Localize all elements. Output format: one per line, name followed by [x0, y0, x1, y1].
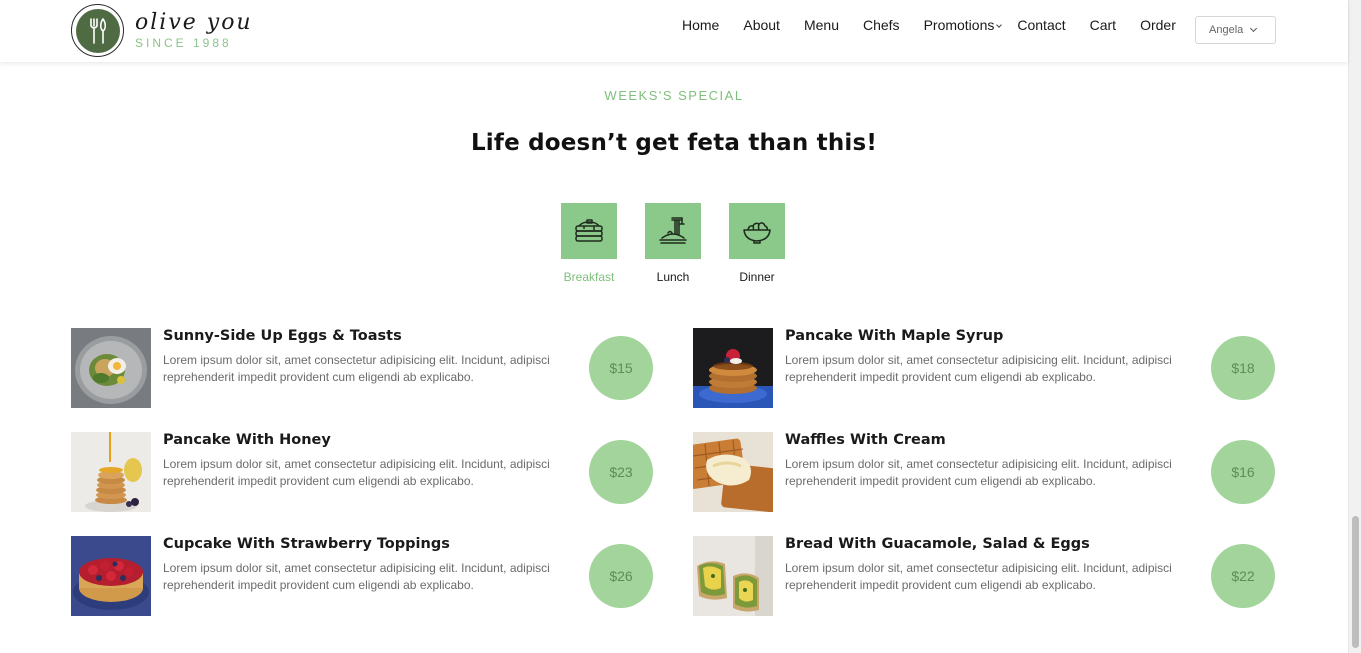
fork-knife-icon: [75, 8, 120, 53]
menu-item-title: Waffles With Cream: [785, 432, 946, 448]
menu-item-price: $18: [1211, 336, 1275, 400]
page-scrollbar[interactable]: [1348, 0, 1361, 653]
brand-logo[interactable]: olive you SINCE 1988: [71, 4, 253, 57]
menu-item-title: Pancake With Maple Syrup: [785, 328, 1004, 344]
nav-order[interactable]: Order: [1140, 17, 1176, 33]
menu-item-price: $26: [589, 544, 653, 608]
user-select[interactable]: Angela: [1195, 16, 1276, 44]
menu-item[interactable]: Waffles With Cream Lorem ipsum dolor sit…: [693, 432, 1275, 512]
nav-home[interactable]: Home: [682, 17, 719, 33]
menu-item-price: $16: [1211, 440, 1275, 504]
logo-badge: [71, 4, 124, 57]
tab-dinner[interactable]: Dinner: [729, 203, 785, 284]
guacamole-bread-photo: [693, 536, 773, 616]
site-header: olive you SINCE 1988 Home About Menu Che…: [0, 0, 1348, 62]
pancake-stack-icon: [561, 203, 617, 259]
tab-breakfast-label: Breakfast: [563, 270, 615, 284]
tab-lunch-label: Lunch: [656, 270, 690, 284]
nav-chefs[interactable]: Chefs: [863, 17, 900, 33]
nav-menu[interactable]: Menu: [804, 17, 839, 33]
menu-item-price: $22: [1211, 544, 1275, 608]
menu-item-title: Sunny-Side Up Eggs & Toasts: [163, 328, 402, 344]
waffles-cream-photo: [693, 432, 773, 512]
menu-item-description: Lorem ipsum dolor sit, amet consectetur …: [785, 353, 1172, 384]
brand-since: SINCE 1988: [135, 36, 232, 50]
nav-about[interactable]: About: [743, 17, 780, 33]
section-eyebrow: WEEKS'S SPECIAL: [604, 88, 744, 103]
tab-lunch[interactable]: Lunch: [645, 203, 701, 284]
chevron-down-icon: [996, 22, 1003, 28]
chevron-down-icon: [1249, 24, 1258, 33]
menu-item-title: Bread With Guacamole, Salad & Eggs: [785, 536, 1090, 552]
salad-bowl-icon: [729, 203, 785, 259]
menu-item-description: Lorem ipsum dolor sit, amet consectetur …: [163, 353, 550, 384]
menu-item-description: Lorem ipsum dolor sit, amet consectetur …: [163, 561, 550, 592]
nav-cart[interactable]: Cart: [1090, 17, 1116, 33]
pancake-honey-photo: [71, 432, 151, 512]
menu-item-description: Lorem ipsum dolor sit, amet consectetur …: [163, 457, 550, 488]
section-headline: Life doesn’t get feta than this!: [470, 130, 878, 156]
nav-contact[interactable]: Contact: [1017, 17, 1065, 33]
menu-item-title: Cupcake With Strawberry Toppings: [163, 536, 450, 552]
tab-breakfast[interactable]: Breakfast: [561, 203, 617, 284]
menu-item-description: Lorem ipsum dolor sit, amet consectetur …: [785, 561, 1172, 592]
eggs-toast-photo: [71, 328, 151, 408]
menu-item[interactable]: Pancake With Maple Syrup Lorem ipsum dol…: [693, 328, 1275, 408]
tab-dinner-label: Dinner: [739, 270, 775, 284]
nav-promotions[interactable]: Promotions: [923, 17, 1003, 33]
menu-item[interactable]: Bread With Guacamole, Salad & Eggs Lorem…: [693, 536, 1275, 616]
scrollbar-thumb[interactable]: [1352, 516, 1359, 648]
menu-item-price: $15: [589, 336, 653, 400]
brand-name: olive you: [135, 10, 253, 35]
main-nav: Home About Menu Chefs Promotions Contact…: [682, 17, 1200, 33]
meal-tabs: Breakfast Lunch Dinner: [561, 203, 785, 284]
user-select-value: Angela: [1209, 24, 1244, 36]
pancake-maple-photo: [693, 328, 773, 408]
menu-item[interactable]: Pancake With Honey Lorem ipsum dolor sit…: [71, 432, 653, 512]
menu-item-title: Pancake With Honey: [163, 432, 331, 448]
menu-item[interactable]: Sunny-Side Up Eggs & Toasts Lorem ipsum …: [71, 328, 653, 408]
nav-promotions-label: Promotions: [923, 17, 995, 33]
menu-item[interactable]: Cupcake With Strawberry Toppings Lorem i…: [71, 536, 653, 616]
menu-item-description: Lorem ipsum dolor sit, amet consectetur …: [785, 457, 1172, 488]
menu-item-price: $23: [589, 440, 653, 504]
noodles-fork-icon: [645, 203, 701, 259]
strawberry-tart-photo: [71, 536, 151, 616]
